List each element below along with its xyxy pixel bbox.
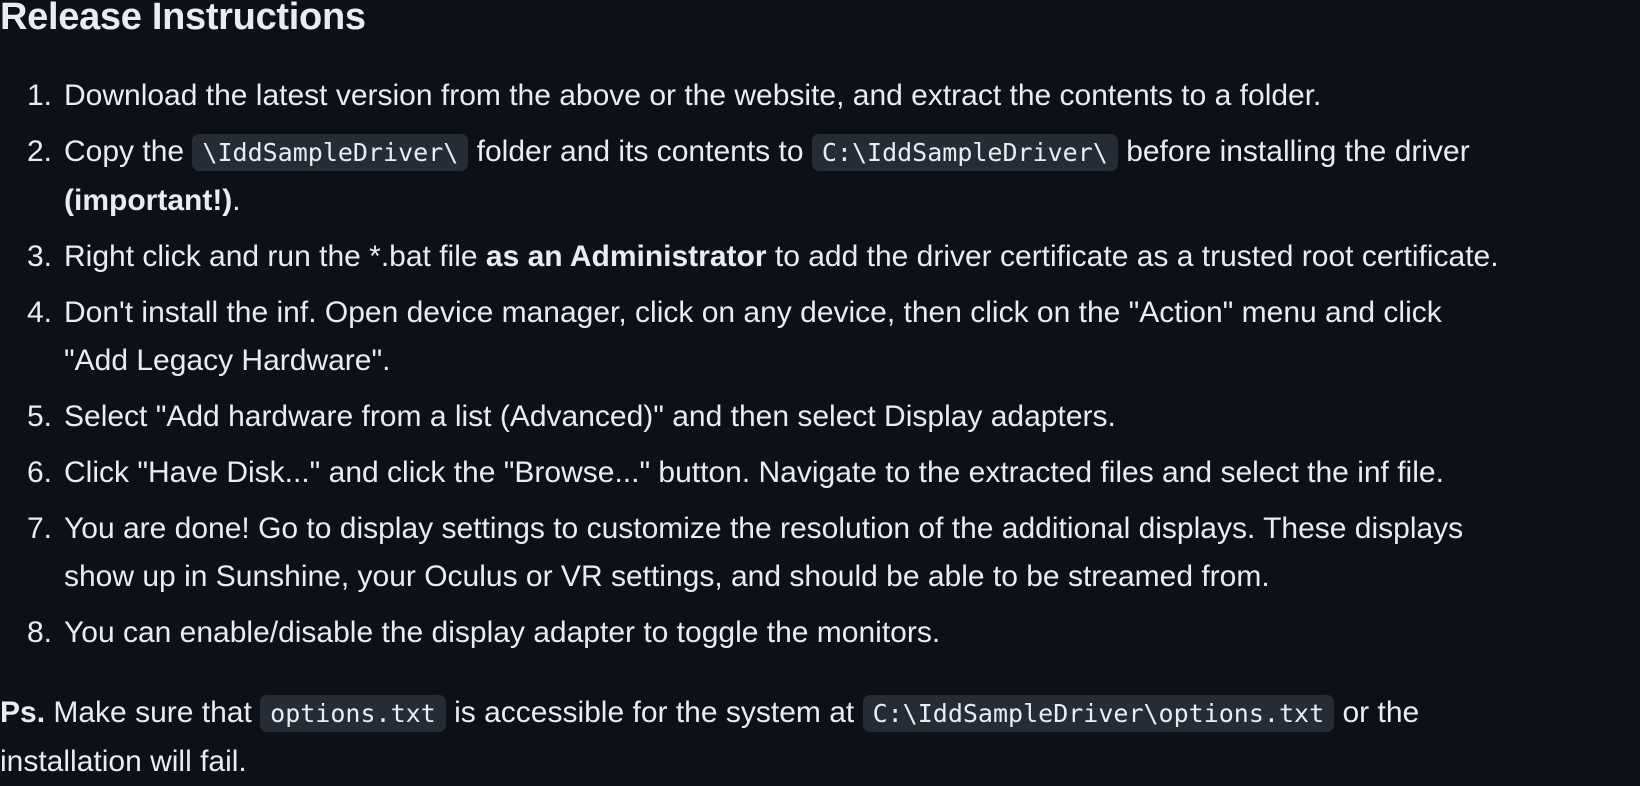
step-number: 3. — [27, 240, 53, 273]
list-item: 1. Download the latest version from the … — [0, 72, 1640, 120]
step-number: 5. — [27, 400, 53, 433]
step-text: Click "Have Disk..." and click the "Brow… — [64, 456, 1444, 489]
step-number: 1. — [27, 79, 53, 112]
ps-text: installation will fail. — [0, 745, 247, 778]
step-text: show up in Sunshine, your Oculus or VR s… — [64, 560, 1270, 593]
step-number: 8. — [27, 616, 53, 649]
step-text: Download the latest version from the abo… — [64, 79, 1322, 112]
inline-code-driver-path: C:\IddSampleDriver\ — [811, 134, 1118, 171]
step-text: You can enable/disable the display adapt… — [64, 616, 941, 649]
ps-text: or the — [1342, 696, 1420, 729]
step-text: Right click and run the *.bat file — [64, 240, 478, 273]
important-note: (important!) — [64, 184, 233, 217]
section-heading: Release Instructions — [0, 0, 366, 38]
step-text: to add the driver certificate as a trust… — [774, 240, 1499, 273]
list-item: 7. You are done! Go to display settings … — [0, 505, 1640, 601]
step-text: Select "Add hardware from a list (Advanc… — [64, 400, 1116, 433]
step-text: Copy the — [64, 135, 185, 168]
step-number: 4. — [27, 296, 53, 329]
list-item: 6. Click "Have Disk..." and click the "B… — [0, 449, 1640, 497]
ps-label: Ps. — [0, 696, 46, 729]
instructions-list: 1. Download the latest version from the … — [0, 72, 1640, 665]
list-item: 2. Copy the \IddSampleDriver\ folder and… — [0, 128, 1640, 225]
step-text: before installing the driver — [1126, 135, 1470, 168]
ps-text: Make sure that — [53, 696, 252, 729]
ps-text: is accessible for the system at — [454, 696, 855, 729]
list-item: 5. Select "Add hardware from a list (Adv… — [0, 393, 1640, 441]
list-item: 3. Right click and run the *.bat file as… — [0, 233, 1640, 281]
list-item: 4. Don't install the inf. Open device ma… — [0, 289, 1640, 385]
step-text: folder and its contents to — [476, 135, 804, 168]
inline-code-options-file: options.txt — [260, 695, 446, 732]
step-number: 7. — [27, 512, 53, 545]
release-instructions-section: Release Instructions 1. Download the lat… — [0, 0, 1640, 786]
list-item: 8. You can enable/disable the display ad… — [0, 609, 1640, 657]
step-text: . — [232, 184, 241, 217]
step-number: 6. — [27, 456, 53, 489]
step-text: Don't install the inf. Open device manag… — [64, 296, 1442, 329]
step-text: You are done! Go to display settings to … — [64, 512, 1464, 545]
postscript-note: Ps. Make sure that options.txt is access… — [0, 689, 1640, 786]
inline-code-options-path: C:\IddSampleDriver\options.txt — [862, 695, 1335, 732]
inline-code-driver-folder: \IddSampleDriver\ — [192, 134, 469, 171]
administrator-note: as an Administrator — [485, 240, 767, 273]
step-text: "Add Legacy Hardware". — [64, 344, 391, 377]
step-number: 2. — [27, 135, 53, 168]
